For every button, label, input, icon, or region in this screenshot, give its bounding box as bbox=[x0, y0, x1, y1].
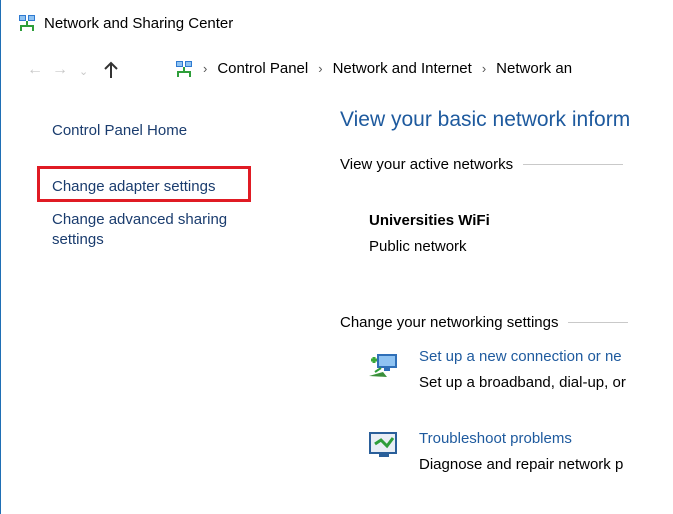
section-active-networks: View your active networks bbox=[340, 156, 624, 173]
address-bar: ← → ⌄ › Control Panel › Network and Inte… bbox=[0, 56, 673, 86]
task-desc-troubleshoot: Diagnose and repair network p bbox=[419, 456, 624, 473]
network-name: Universities WiFi bbox=[369, 212, 490, 229]
breadcrumb-network-sharing[interactable]: Network an bbox=[496, 60, 572, 77]
recent-locations-chevron-icon[interactable]: ⌄ bbox=[79, 62, 88, 82]
network-sharing-icon bbox=[19, 15, 35, 31]
section-change-settings: Change your networking settings bbox=[340, 314, 629, 331]
troubleshoot-icon bbox=[369, 432, 397, 457]
task-link-new-connection[interactable]: Set up a new connection or ne bbox=[419, 348, 622, 365]
network-type[interactable]: Public network bbox=[369, 238, 467, 255]
sidebar-link-control-panel-home[interactable]: Control Panel Home bbox=[52, 122, 187, 139]
new-connection-icon bbox=[369, 354, 397, 377]
section-active-networks-label: View your active networks bbox=[340, 156, 514, 173]
breadcrumb-network-internet[interactable]: Network and Internet bbox=[333, 60, 472, 77]
up-arrow-icon[interactable] bbox=[103, 60, 119, 80]
chevron-right-icon[interactable]: › bbox=[203, 61, 207, 76]
task-link-troubleshoot[interactable]: Troubleshoot problems bbox=[419, 430, 572, 447]
page-heading: View your basic network inform bbox=[340, 108, 631, 131]
chevron-right-icon[interactable]: › bbox=[318, 61, 322, 76]
chevron-right-icon[interactable]: › bbox=[482, 61, 486, 76]
divider bbox=[523, 164, 624, 165]
forward-arrow-icon[interactable]: → bbox=[52, 60, 68, 80]
section-change-settings-label: Change your networking settings bbox=[340, 314, 559, 331]
breadcrumb-control-panel[interactable]: Control Panel bbox=[217, 60, 308, 77]
breadcrumb: › Control Panel › Network and Internet ›… bbox=[203, 60, 572, 77]
task-desc-new-connection: Set up a broadband, dial-up, or bbox=[419, 374, 626, 391]
sidebar-link-change-advanced-sharing[interactable]: Change advanced sharing settings bbox=[52, 210, 267, 250]
highlight-annotation bbox=[37, 166, 251, 202]
network-sharing-icon bbox=[176, 61, 192, 77]
divider bbox=[568, 322, 629, 323]
title-bar: Network and Sharing Center bbox=[18, 12, 233, 34]
window-title: Network and Sharing Center bbox=[44, 14, 234, 32]
back-arrow-icon[interactable]: ← bbox=[27, 60, 43, 80]
